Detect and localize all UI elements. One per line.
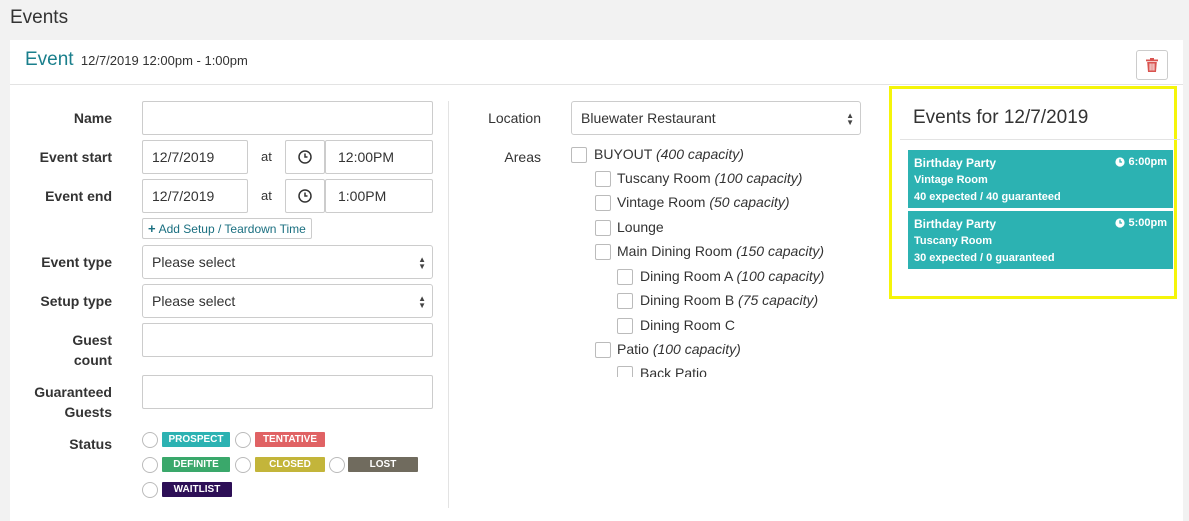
select-arrows-icon: ▲ ▼ xyxy=(418,294,426,310)
location-value: Bluewater Restaurant xyxy=(581,110,716,126)
area-label-tuscany-room: Tuscany Room (100 capacity) xyxy=(617,170,803,186)
clock-icon xyxy=(298,189,312,203)
location-select[interactable]: Bluewater Restaurant ▲ ▼ xyxy=(571,101,861,135)
guaranteed-label-line1: Guaranteed xyxy=(34,384,112,400)
setup-type-label: Setup type xyxy=(40,293,112,309)
day-event-time: 6:00pm xyxy=(1115,156,1167,168)
area-label-dining-room-b: Dining Room B (75 capacity) xyxy=(640,292,819,308)
area-checkbox-lounge[interactable] xyxy=(595,220,611,236)
status-badge-waitlist[interactable]: WAITLIST xyxy=(162,482,232,497)
clock-icon xyxy=(298,150,312,164)
guest-count-label-line2: count xyxy=(73,352,112,368)
plus-icon: + xyxy=(148,221,156,236)
guest-count-label-line1: Guest xyxy=(72,332,112,348)
area-checkbox-dining-room-a[interactable] xyxy=(617,269,633,285)
area-label-back-patio: Back Patio xyxy=(640,365,707,377)
status-badge-prospect[interactable]: PROSPECT xyxy=(162,432,230,447)
setup-type-value: Please select xyxy=(152,293,236,309)
guest-count-input[interactable] xyxy=(142,323,433,357)
area-checkbox-vintage-room[interactable] xyxy=(595,195,611,211)
area-label-dining-room-c: Dining Room C xyxy=(640,317,735,333)
select-arrows-icon: ▲ ▼ xyxy=(846,111,854,127)
name-label: Name xyxy=(73,110,112,126)
status-label: Status xyxy=(69,436,112,452)
event-end-time-input[interactable]: 1:00PM xyxy=(325,179,433,213)
status-badge-tentative[interactable]: TENTATIVE xyxy=(255,432,325,447)
day-event-name: Birthday Party xyxy=(914,217,997,231)
event-type-value: Please select xyxy=(152,254,236,270)
area-label-buyout: BUYOUT (400 capacity) xyxy=(594,146,744,162)
day-event-counts: 40 expected / 40 guaranteed xyxy=(914,191,1061,203)
events-for-day-title: Events for 12/7/2019 xyxy=(913,107,1089,128)
guaranteed-label-line2: Guests xyxy=(64,404,112,420)
status-radio-lost[interactable] xyxy=(329,457,345,473)
column-divider xyxy=(448,101,449,508)
panel-title: Event 12/7/2019 12:00pm - 1:00pm xyxy=(25,49,248,71)
status-radio-waitlist[interactable] xyxy=(142,482,158,498)
area-label-main-dining-room: Main Dining Room (150 capacity) xyxy=(617,243,824,259)
day-event-card[interactable]: Birthday Party 6:00pm Vintage Room 40 ex… xyxy=(908,150,1173,208)
setup-type-select[interactable]: Please select ▲ ▼ xyxy=(142,284,433,318)
page-title: Events xyxy=(10,7,69,28)
status-badge-definite[interactable]: DEFINITE xyxy=(162,457,230,472)
clock-icon xyxy=(1115,157,1126,167)
events-for-day-panel: Events for 12/7/2019 Birthday Party 6:00… xyxy=(889,86,1180,299)
area-label-dining-room-a: Dining Room A (100 capacity) xyxy=(640,268,825,284)
area-checkbox-dining-room-b[interactable] xyxy=(617,293,633,309)
status-radio-tentative[interactable] xyxy=(235,432,251,448)
end-clock-addon[interactable] xyxy=(285,179,325,213)
add-setup-teardown-button[interactable]: + Add Setup / Teardown Time xyxy=(142,218,312,239)
day-event-time-text: 5:00pm xyxy=(1128,217,1167,229)
areas-label: Areas xyxy=(504,149,541,165)
status-radio-closed[interactable] xyxy=(235,457,251,473)
event-end-date-input[interactable]: 12/7/2019 xyxy=(142,179,248,213)
day-event-room: Vintage Room xyxy=(914,174,988,186)
event-start-label: Event start xyxy=(39,149,112,165)
area-label-lounge: Lounge xyxy=(617,219,664,235)
area-checkbox-buyout[interactable] xyxy=(571,147,587,163)
status-badge-lost[interactable]: LOST xyxy=(348,457,418,472)
event-type-label: Event type xyxy=(41,254,112,270)
area-checkbox-patio[interactable] xyxy=(595,342,611,358)
day-event-name: Birthday Party xyxy=(914,156,997,170)
clock-icon xyxy=(1115,218,1126,228)
start-at-label: at xyxy=(261,149,272,164)
area-checkbox-main-dining-room[interactable] xyxy=(595,244,611,260)
day-event-time: 5:00pm xyxy=(1115,217,1167,229)
end-at-label: at xyxy=(261,188,272,203)
select-arrows-icon: ▲ ▼ xyxy=(418,255,426,271)
areas-list[interactable]: BUYOUT (400 capacity) Tuscany Room (100 … xyxy=(560,140,860,377)
add-setup-teardown-label: Add Setup / Teardown Time xyxy=(158,221,306,236)
trash-icon xyxy=(1146,58,1158,72)
area-checkbox-tuscany-room[interactable] xyxy=(595,171,611,187)
day-event-counts: 30 expected / 0 guaranteed xyxy=(914,252,1055,264)
status-radio-definite[interactable] xyxy=(142,457,158,473)
event-type-select[interactable]: Please select ▲ ▼ xyxy=(142,245,433,279)
guaranteed-guests-label: Guaranteed Guests xyxy=(10,382,112,422)
day-event-time-text: 6:00pm xyxy=(1128,156,1167,168)
sidebar-divider xyxy=(900,139,1180,140)
day-event-room: Tuscany Room xyxy=(914,235,993,247)
event-start-date-input[interactable]: 12/7/2019 xyxy=(142,140,248,174)
event-start-time-input[interactable]: 12:00PM xyxy=(325,140,433,174)
name-input[interactable] xyxy=(142,101,433,135)
start-clock-addon[interactable] xyxy=(285,140,325,174)
area-checkbox-back-patio[interactable] xyxy=(617,366,633,377)
status-badge-closed[interactable]: CLOSED xyxy=(255,457,325,472)
event-datetime: 12/7/2019 12:00pm - 1:00pm xyxy=(80,53,248,68)
area-label-patio: Patio (100 capacity) xyxy=(617,341,741,357)
event-end-label: Event end xyxy=(45,188,112,204)
delete-button[interactable] xyxy=(1136,50,1168,80)
guest-count-label: Guest count xyxy=(20,330,112,370)
area-label-vintage-room: Vintage Room (50 capacity) xyxy=(617,194,790,210)
day-event-card[interactable]: Birthday Party 5:00pm Tuscany Room 30 ex… xyxy=(908,211,1173,269)
status-radio-prospect[interactable] xyxy=(142,432,158,448)
event-heading: Event xyxy=(25,49,74,70)
location-label: Location xyxy=(488,110,541,126)
area-checkbox-dining-room-c[interactable] xyxy=(617,318,633,334)
guaranteed-guests-input[interactable] xyxy=(142,375,433,409)
panel-header: Event 12/7/2019 12:00pm - 1:00pm xyxy=(10,40,1183,85)
